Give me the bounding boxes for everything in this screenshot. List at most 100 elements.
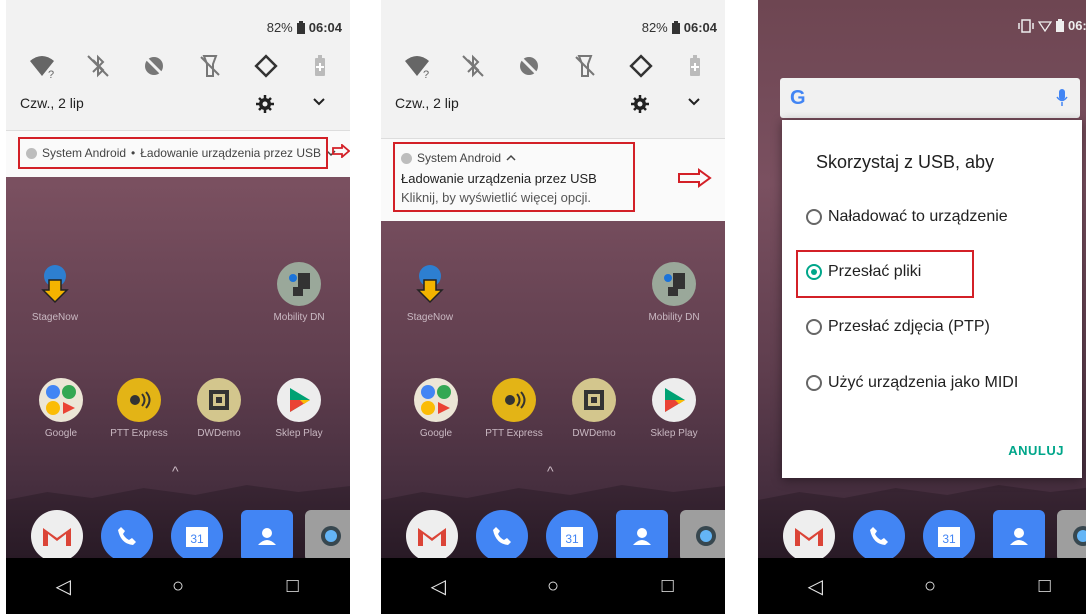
app-ptt-express[interactable]: PTT Express (104, 378, 174, 439)
app-mobility-dna[interactable]: Mobility DN (264, 262, 334, 323)
app-stagenow[interactable]: StageNow (20, 262, 90, 323)
app-ptt-express[interactable]: PTT Express (479, 378, 549, 439)
recents-icon[interactable]: □ (648, 566, 688, 606)
back-icon[interactable]: ◁ (43, 566, 83, 606)
battery-saver-icon[interactable] (306, 52, 334, 80)
camera-icon (1057, 510, 1086, 562)
highlight-box (796, 250, 974, 298)
bluetooth-off-icon[interactable] (84, 52, 112, 80)
app-dwdemo[interactable]: DWDemo (559, 378, 629, 439)
ptt-express-icon (117, 378, 161, 422)
bluetooth-off-icon[interactable] (459, 52, 487, 80)
radio-button[interactable] (806, 319, 822, 335)
status-bar: 06:0 (1018, 18, 1086, 33)
option-ptp[interactable]: Przesłać zdjęcia (PTP) (806, 318, 990, 336)
flashlight-off-icon[interactable] (196, 52, 224, 80)
dnd-icon[interactable] (515, 52, 543, 80)
dwdemo-icon (572, 378, 616, 422)
stagenow-icon (408, 262, 452, 306)
app-gmail[interactable] (774, 510, 844, 562)
app-label: DWDemo (197, 428, 241, 439)
recents-icon[interactable]: □ (273, 566, 313, 606)
quick-settings-row: ? (6, 48, 350, 84)
recents-icon[interactable]: □ (1025, 566, 1065, 606)
app-phone[interactable] (92, 510, 162, 562)
home-icon[interactable]: ○ (533, 566, 573, 606)
date-label: Czw., 2 lip (20, 95, 84, 111)
google-mic-icon[interactable] (1056, 88, 1068, 108)
radio-button[interactable] (806, 209, 822, 225)
app-label: Mobility DN (648, 312, 700, 323)
app-sklep-play[interactable]: Sklep Play (639, 378, 709, 439)
app-label: StageNow (406, 312, 454, 323)
app-phone[interactable] (467, 510, 537, 562)
google-logo-icon: G (790, 87, 806, 109)
option-charge[interactable]: Naładować to urządzenie (806, 208, 1008, 226)
app-drawer-caret-icon[interactable]: ^ (547, 463, 554, 479)
option-label: Przesłać zdjęcia (PTP) (828, 318, 990, 335)
cancel-button[interactable]: ANULUJ (1008, 443, 1064, 458)
gear-icon[interactable] (631, 95, 649, 113)
home-icon[interactable]: ○ (158, 566, 198, 606)
back-icon[interactable]: ◁ (795, 566, 835, 606)
battery-saver-icon[interactable] (681, 52, 709, 80)
rotate-icon[interactable] (252, 52, 280, 80)
usb-mode-dialog: Skorzystaj z USB, aby Naładować to urząd… (782, 120, 1082, 478)
app-calendar[interactable]: 31 (537, 510, 607, 562)
wifi-icon (1037, 20, 1052, 32)
option-midi[interactable]: Użyć urządzenia jako MIDI (806, 374, 1018, 392)
gear-icon[interactable] (256, 95, 274, 113)
date-label: Czw., 2 lip (395, 95, 459, 111)
home-icon[interactable]: ○ (910, 566, 950, 606)
svg-text:31: 31 (190, 532, 204, 546)
app-sklep-play[interactable]: Sklep Play (264, 378, 334, 439)
dnd-icon[interactable] (140, 52, 168, 80)
wifi-icon[interactable]: ? (403, 52, 431, 80)
battery-icon (296, 21, 305, 34)
phone-icon (476, 510, 528, 562)
mobility-dna-icon (652, 262, 696, 306)
chevron-down-icon[interactable] (687, 95, 701, 109)
app-phone[interactable] (844, 510, 914, 562)
flashlight-off-icon[interactable] (571, 52, 599, 80)
app-camera[interactable] (1048, 510, 1086, 562)
app-camera[interactable] (296, 510, 350, 562)
radio-button[interactable] (806, 375, 822, 391)
app-dwdemo[interactable]: DWDemo (184, 378, 254, 439)
app-google[interactable]: Google (401, 378, 471, 439)
svg-text:?: ? (48, 69, 54, 80)
app-calendar[interactable]: 31 (914, 510, 984, 562)
app-google[interactable]: Google (26, 378, 96, 439)
app-calendar[interactable]: 31 (162, 510, 232, 562)
phone-icon (101, 510, 153, 562)
wifi-icon[interactable]: ? (28, 52, 56, 80)
option-label: Użyć urządzenia jako MIDI (828, 374, 1019, 391)
back-icon[interactable]: ◁ (418, 566, 458, 606)
app-gmail[interactable] (397, 510, 467, 562)
red-arrow-icon (678, 168, 712, 188)
app-stagenow[interactable]: StageNow (395, 262, 465, 323)
rotate-icon[interactable] (627, 52, 655, 80)
app-label: Google (419, 428, 453, 439)
app-label: DWDemo (572, 428, 616, 439)
app-gmail[interactable] (22, 510, 92, 562)
status-bar: 82% 06:04 (642, 20, 717, 35)
play-store-icon (277, 378, 321, 422)
calendar-icon: 31 (546, 510, 598, 562)
app-contacts[interactable] (232, 510, 302, 562)
app-label: StageNow (31, 312, 79, 323)
app-contacts[interactable] (984, 510, 1054, 562)
red-arrow-icon (332, 144, 350, 158)
google-folder-icon (39, 378, 83, 422)
chevron-down-icon[interactable] (312, 95, 326, 109)
app-mobility-dna[interactable]: Mobility DN (639, 262, 709, 323)
google-search-bar[interactable]: G (780, 78, 1080, 118)
phone-screen-1: StageNow Mobility DN Google PTT Express … (6, 0, 350, 614)
app-contacts[interactable] (607, 510, 677, 562)
option-label: Naładować to urządzenie (828, 208, 1008, 225)
svg-text:31: 31 (942, 532, 956, 546)
status-bar: 82% 06:04 (267, 20, 342, 35)
contacts-icon (616, 510, 668, 562)
app-drawer-caret-icon[interactable]: ^ (172, 463, 179, 479)
app-camera[interactable] (671, 510, 725, 562)
